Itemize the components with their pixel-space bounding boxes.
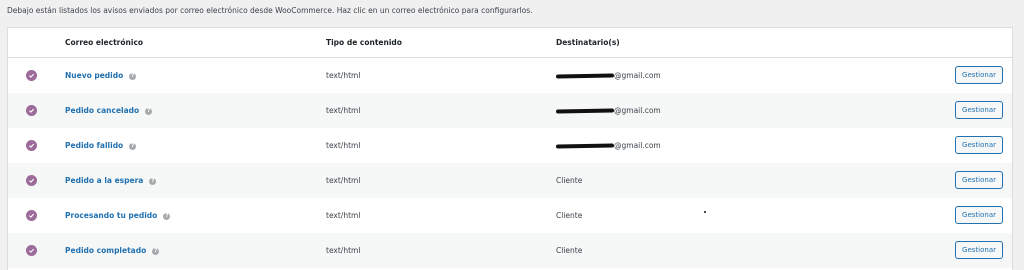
- help-icon[interactable]: ?: [145, 107, 153, 115]
- manage-button[interactable]: Gestionar: [955, 136, 1003, 154]
- content-type: text/html: [326, 246, 361, 255]
- recipient: Cliente: [556, 176, 583, 185]
- email-name: Pedido cancelado: [65, 106, 140, 115]
- column-header-recipients: Destinatario(s): [556, 38, 620, 47]
- redaction-mark: [555, 73, 615, 79]
- table-row: Procesando tu pedido? text/html Cliente …: [8, 198, 1012, 233]
- recipient-text: @gmail.com: [614, 71, 661, 80]
- table-row: Pedido cancelado? text/html @gmail.com G…: [8, 93, 1012, 128]
- table-header: Correo electrónico Tipo de contenido Des…: [8, 28, 1012, 58]
- redaction-mark: [555, 143, 615, 149]
- email-link-pedido-a-la-espera[interactable]: Pedido a la espera?: [65, 176, 157, 185]
- help-icon[interactable]: ?: [129, 72, 137, 80]
- help-icon[interactable]: ?: [152, 247, 160, 255]
- manage-button[interactable]: Gestionar: [955, 101, 1003, 119]
- manage-button[interactable]: Gestionar: [955, 171, 1003, 189]
- help-icon[interactable]: ?: [163, 212, 171, 220]
- email-link-pedido-completado[interactable]: Pedido completado?: [65, 246, 160, 255]
- recipient-text: @gmail.com: [614, 106, 661, 115]
- check-icon: [26, 105, 37, 116]
- column-header-content-type: Tipo de contenido: [326, 38, 402, 47]
- check-icon: [26, 140, 37, 151]
- help-icon[interactable]: ?: [149, 177, 157, 185]
- email-name: Pedido completado: [65, 246, 147, 255]
- help-icon[interactable]: ?: [129, 142, 137, 150]
- recipient: Cliente: [556, 211, 583, 220]
- recipient: @gmail.com: [555, 106, 661, 115]
- email-name: Pedido fallido: [65, 141, 124, 150]
- check-icon: [26, 70, 37, 81]
- email-name: Procesando tu pedido: [65, 211, 158, 220]
- manage-button[interactable]: Gestionar: [955, 66, 1003, 84]
- email-link-nuevo-pedido[interactable]: Nuevo pedido?: [65, 71, 137, 80]
- email-link-pedido-cancelado[interactable]: Pedido cancelado?: [65, 106, 153, 115]
- email-link-procesando-tu-pedido[interactable]: Procesando tu pedido?: [65, 211, 171, 220]
- intro-text: Debajo están listados los avisos enviado…: [7, 6, 533, 15]
- email-link-pedido-fallido[interactable]: Pedido fallido?: [65, 141, 137, 150]
- recipient: @gmail.com: [555, 141, 661, 150]
- email-name: Pedido a la espera: [65, 176, 144, 185]
- content-type: text/html: [326, 176, 361, 185]
- column-header-email: Correo electrónico: [65, 38, 144, 47]
- content-type: text/html: [326, 71, 361, 80]
- table-row: Pedido a la espera? text/html Cliente Ge…: [8, 163, 1012, 198]
- recipient: @gmail.com: [555, 71, 661, 80]
- recipient: Cliente: [556, 246, 583, 255]
- manage-button[interactable]: Gestionar: [955, 206, 1003, 224]
- content-type: text/html: [326, 106, 361, 115]
- manage-button[interactable]: Gestionar: [955, 241, 1003, 259]
- redaction-mark: [555, 108, 615, 114]
- check-icon: [26, 175, 37, 186]
- check-icon: [26, 245, 37, 256]
- table-row: Pedido fallido? text/html @gmail.com Ges…: [8, 128, 1012, 163]
- recipient-text: @gmail.com: [614, 141, 661, 150]
- table-row: Pedido completado? text/html Cliente Ges…: [8, 233, 1012, 268]
- stray-dot: [704, 211, 706, 213]
- emails-table: Correo electrónico Tipo de contenido Des…: [7, 27, 1013, 270]
- check-icon: [26, 210, 37, 221]
- email-name: Nuevo pedido: [65, 71, 124, 80]
- content-type: text/html: [326, 141, 361, 150]
- table-row: Nuevo pedido? text/html @gmail.com Gesti…: [8, 58, 1012, 93]
- content-type: text/html: [326, 211, 361, 220]
